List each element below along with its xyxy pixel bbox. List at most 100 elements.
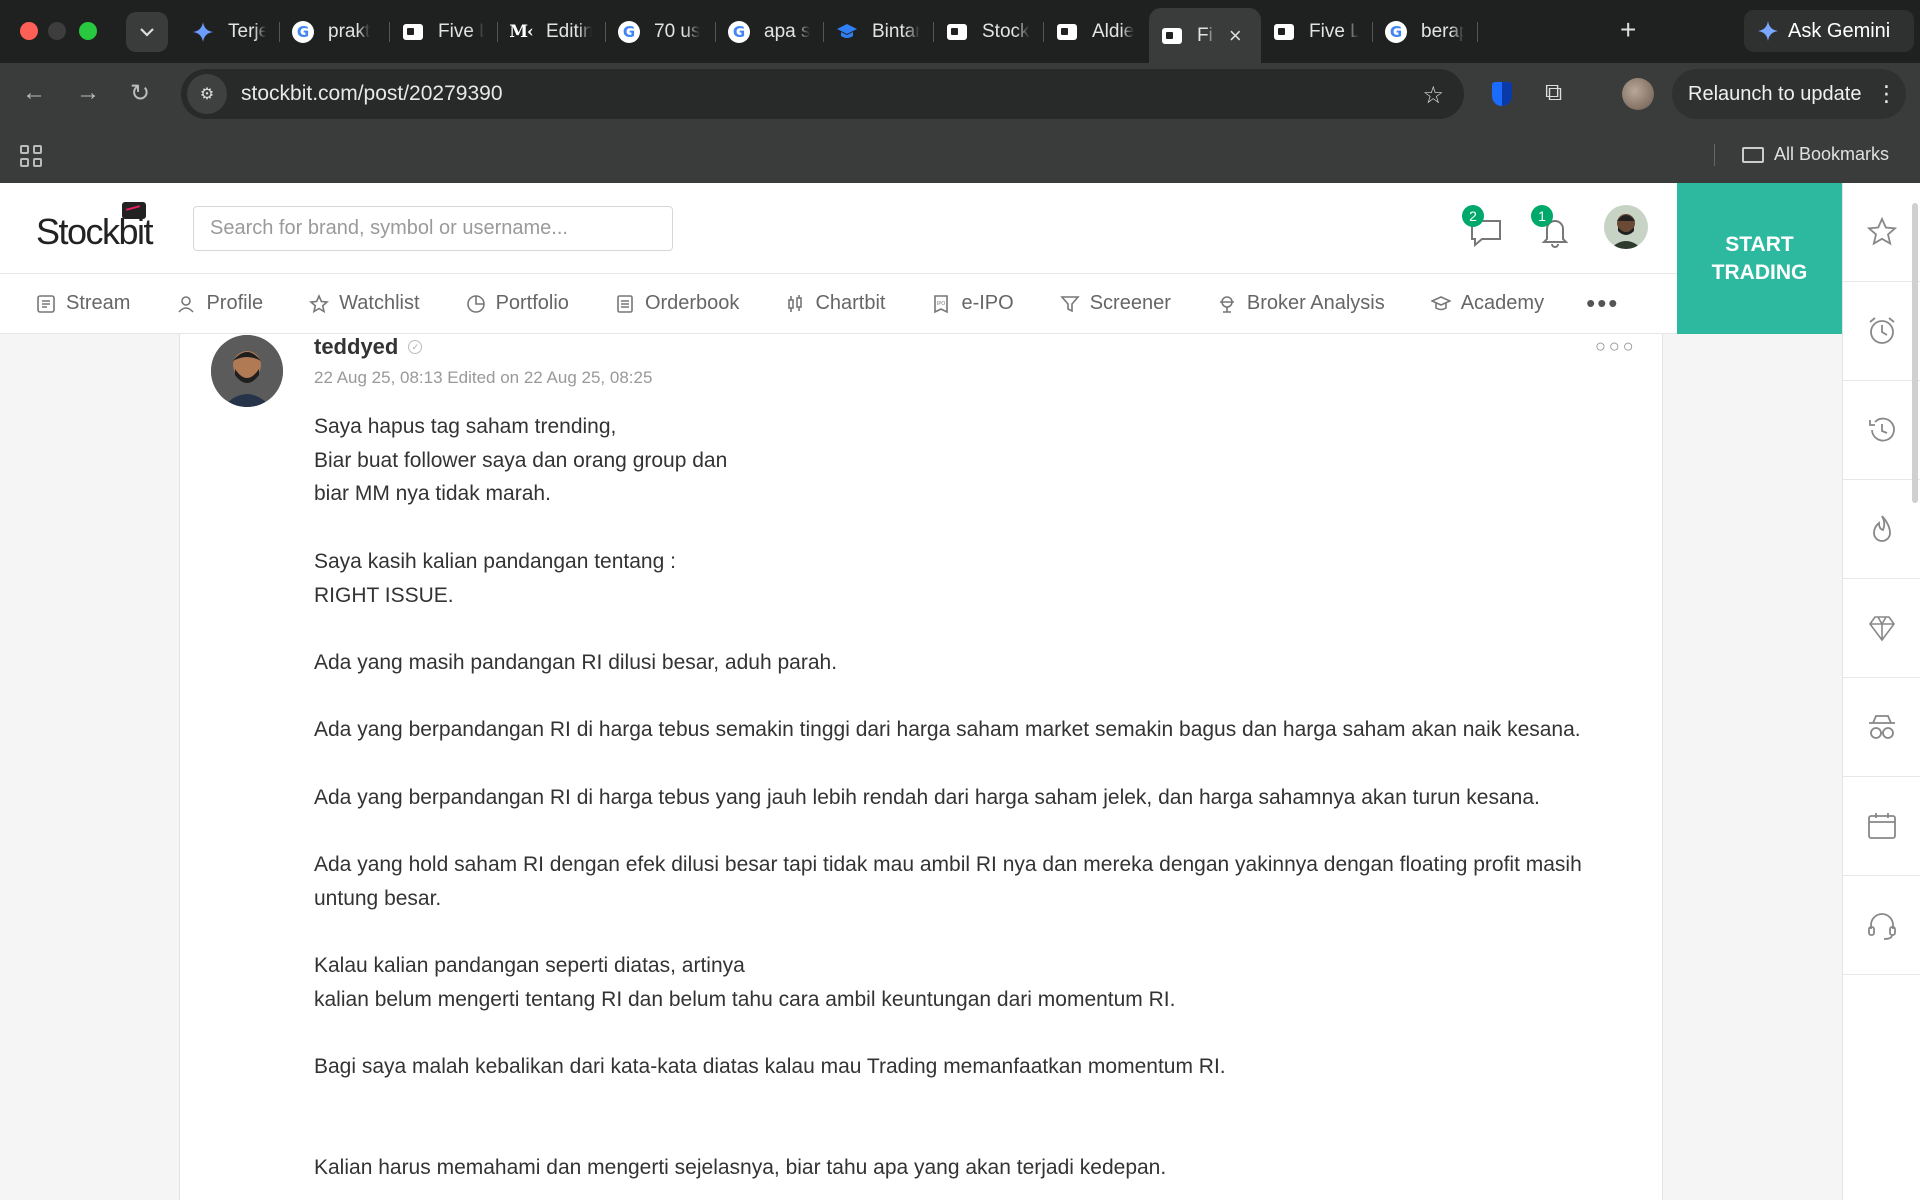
browser-tab[interactable]: Gberap xyxy=(1373,8,1478,56)
relaunch-button[interactable]: Relaunch to update ⋮ xyxy=(1672,69,1906,119)
notifications-button[interactable]: 1 xyxy=(1531,205,1575,251)
ask-gemini-button[interactable]: Ask Gemini xyxy=(1744,10,1914,52)
google-icon: G xyxy=(1385,21,1407,43)
rail-item-alarm[interactable] xyxy=(1843,282,1920,381)
nav-item-e-ipo[interactable]: IPO e-IPO xyxy=(931,292,1014,315)
rail-scrollbar[interactable] xyxy=(1912,203,1918,503)
stockbit-page: Stockbit 2 1 START TRADING Stream Profile… xyxy=(0,183,1920,1200)
svg-text:IPO: IPO xyxy=(937,301,945,307)
medium-icon: M‹ xyxy=(509,22,534,42)
apps-grid-icon[interactable] xyxy=(20,145,42,167)
nav-item-profile[interactable]: Profile xyxy=(176,292,263,315)
new-tab-button[interactable]: + xyxy=(1620,14,1636,46)
browser-tab[interactable]: Bintar xyxy=(824,8,934,56)
relaunch-label: Relaunch to update xyxy=(1688,82,1862,105)
headset-icon xyxy=(1867,913,1896,940)
notifications-badge: 1 xyxy=(1531,205,1553,227)
nav-item-stream[interactable]: Stream xyxy=(36,292,130,315)
rail-item-star[interactable] xyxy=(1843,183,1920,282)
nav-item-label: Chartbit xyxy=(815,292,886,314)
orderbook-icon xyxy=(617,294,633,313)
rail-item-diamond[interactable] xyxy=(1843,579,1920,678)
back-arrow-icon[interactable]: ← xyxy=(22,79,46,107)
browser-tab[interactable]: M‹ Editin xyxy=(498,8,606,56)
all-bookmarks-button[interactable]: All Bookmarks xyxy=(1742,144,1889,165)
search-input[interactable] xyxy=(193,206,673,251)
user-avatar[interactable] xyxy=(1604,205,1648,249)
rail-item-history[interactable] xyxy=(1843,381,1920,480)
nav-item-portfolio[interactable]: Portfolio xyxy=(466,292,569,315)
window-close-button[interactable] xyxy=(20,22,38,40)
forward-arrow-icon[interactable]: → xyxy=(76,79,100,107)
nav-item-watchlist[interactable]: Watchlist xyxy=(309,292,420,315)
browser-profile-avatar[interactable] xyxy=(1622,78,1654,110)
browser-tab[interactable]: Aldie xyxy=(1044,8,1149,56)
tab-search-button[interactable] xyxy=(126,12,168,52)
tab-title: apa s xyxy=(764,21,810,42)
academy-icon xyxy=(1430,295,1451,310)
post-line: RIGHT ISSUE. xyxy=(314,583,454,607)
url-field[interactable]: ⚙ stockbit.com/post/20279390 ☆ xyxy=(181,69,1464,119)
window-zoom-button[interactable] xyxy=(79,22,97,40)
close-tab-icon[interactable]: × xyxy=(1229,23,1242,49)
post-options-button[interactable]: ○○○ xyxy=(1595,336,1637,357)
shield-extension-icon[interactable] xyxy=(1492,82,1512,106)
post-line: biar MM nya tidak marah. xyxy=(314,482,551,506)
site-header: Stockbit 2 1 xyxy=(0,183,1677,274)
nav-item-label: Broker Analysis xyxy=(1246,292,1385,314)
google-icon: G xyxy=(292,21,314,43)
nav-item-orderbook[interactable]: Orderbook xyxy=(615,292,740,315)
post-author[interactable]: teddyed ✓ xyxy=(314,334,423,360)
start-trading-button[interactable]: START TRADING xyxy=(1677,183,1842,334)
tab-title: berap xyxy=(1421,21,1464,42)
diamond-icon xyxy=(1868,616,1895,642)
nav-item-screener[interactable]: Screener xyxy=(1059,292,1171,315)
rail-item-calendar[interactable] xyxy=(1843,777,1920,876)
post-timestamp: 22 Aug 25, 08:13 Edited on 22 Aug 25, 08… xyxy=(314,368,653,387)
all-bookmarks-label: All Bookmarks xyxy=(1774,144,1890,164)
nav-item-label: Academy xyxy=(1460,292,1545,314)
browser-tab[interactable]: Stock xyxy=(934,8,1044,56)
bookmarks-bar: All Bookmarks xyxy=(0,127,1920,183)
browser-tab[interactable]: Five L xyxy=(1261,8,1373,56)
reload-icon[interactable]: ↻ xyxy=(130,79,150,108)
rail-item-fire[interactable] xyxy=(1843,480,1920,579)
browser-tab[interactable]: Five L xyxy=(390,8,498,56)
kebab-menu-icon[interactable]: ⋮ xyxy=(1875,81,1897,107)
nav-item-label: Stream xyxy=(66,292,131,314)
browser-tab[interactable]: Gapa s xyxy=(716,8,824,56)
post-line: Biar buat follower saya dan orang group … xyxy=(314,448,728,472)
messages-button[interactable]: 2 xyxy=(1462,205,1506,251)
window-minimize-button[interactable] xyxy=(48,22,66,40)
nav-item-broker-analysis[interactable]: Broker Analysis xyxy=(1217,292,1385,315)
tab-title: Editin xyxy=(546,21,592,42)
browser-tab[interactable]: Terjen xyxy=(180,8,280,56)
rail-item-headset[interactable] xyxy=(1843,876,1920,975)
nav-item-chartbit[interactable]: Chartbit xyxy=(785,292,885,315)
nav-item-label: e-IPO xyxy=(961,292,1014,314)
nav-item-academy[interactable]: Academy xyxy=(1430,292,1545,315)
address-bar-row: ← → ↻ ⚙ stockbit.com/post/20279390 ☆ ⧉ R… xyxy=(0,63,1920,127)
folder-icon xyxy=(1742,146,1764,163)
site-settings-icon[interactable]: ⚙ xyxy=(187,74,227,114)
pie-icon xyxy=(466,294,485,313)
browser-tab[interactable]: Fi × xyxy=(1149,8,1261,63)
tab-title: Terjen xyxy=(228,21,266,42)
browser-tab[interactable]: G 70 us xyxy=(606,8,716,56)
nav-item-label: Orderbook xyxy=(644,292,740,314)
bookmarks-divider xyxy=(1714,144,1715,166)
rail-item-spy[interactable] xyxy=(1843,678,1920,777)
post-author-name[interactable]: teddyed xyxy=(314,334,398,360)
nav-more-button[interactable]: ••• xyxy=(1586,288,1619,319)
post-body: Saya hapus tag saham trending, Biar buat … xyxy=(314,410,1614,1185)
bookmark-star-icon[interactable]: ☆ xyxy=(1422,81,1444,110)
extensions-puzzle-icon[interactable]: ⧉ xyxy=(1545,79,1562,107)
browser-tab[interactable]: Gprakt xyxy=(280,8,390,56)
ask-gemini-label: Ask Gemini xyxy=(1788,19,1891,42)
chevron-down-icon xyxy=(140,28,154,37)
post-author-avatar[interactable] xyxy=(211,335,283,407)
candlestick-icon xyxy=(788,294,803,312)
stockbit-icon xyxy=(1056,21,1078,43)
